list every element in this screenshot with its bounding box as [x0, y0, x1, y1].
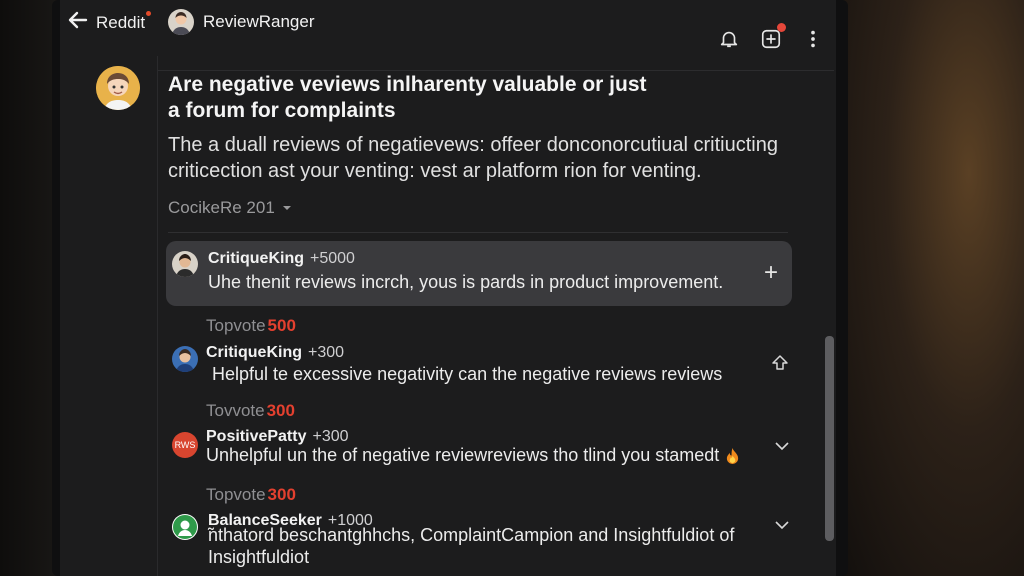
topvote-number: 500 [267, 316, 296, 335]
plus-icon[interactable]: + [764, 259, 778, 287]
more-options-icon [811, 30, 815, 48]
comment-score: +300 [312, 428, 349, 445]
notifications-button[interactable] [718, 28, 740, 50]
post-title: Are negative veviews inlharenty valuable… [168, 72, 808, 124]
sort-dropdown[interactable]: CocikeRe 201 [168, 198, 293, 218]
comment-text-line: ̃nthatord beschantghhchs, ComplaintCampi… [208, 525, 735, 545]
chevron-down-icon [282, 206, 291, 210]
user-chip[interactable]: ReviewRanger [168, 9, 315, 35]
sort-label: CocikeRe 201 [168, 198, 275, 217]
op-avatar[interactable] [96, 66, 140, 110]
comment-text-row: Unhelpful un the of negative reviewrevie… [206, 445, 740, 466]
avatar[interactable]: RWS [172, 432, 198, 458]
post-body: The a duall reviews of negatievews: offe… [168, 132, 818, 184]
post-title-line: Are negative veviews inlharenty valuable… [168, 73, 647, 96]
topvote-number: 300 [267, 485, 296, 504]
chevron-down-icon[interactable] [772, 515, 792, 535]
comment-author[interactable]: CritiqueKing +5000 [208, 250, 355, 268]
notification-badge [777, 23, 786, 32]
comment-author[interactable]: CritiqueKing +300 [206, 344, 344, 362]
post-body-line: The a duall reviews of negatievews: offe… [168, 134, 778, 156]
bell-icon [720, 31, 738, 48]
top-actions [718, 23, 824, 50]
comment-score: +300 [308, 344, 345, 361]
comment-text: Helpful te excessive negativity can the … [212, 364, 723, 384]
thread-line [157, 56, 158, 576]
comment-score: +5000 [310, 250, 355, 267]
create-post-button[interactable] [760, 23, 786, 50]
divider [168, 232, 788, 233]
divider [158, 70, 834, 71]
fire-icon [727, 448, 739, 464]
avatar [172, 251, 198, 277]
topvote-label: Tovvote 300 [206, 401, 295, 420]
avatar-initials: RWS [174, 440, 196, 450]
scrollbar[interactable] [825, 336, 834, 541]
comment-text: ̃nthatord beschantghhchs, ComplaintCampi… [208, 524, 734, 568]
post-title-line: a forum for complaints [168, 99, 396, 122]
back-label: Reddit [96, 10, 152, 33]
comment-text: Unhelpful un the of negative reviewrevie… [206, 445, 720, 465]
avatar[interactable] [172, 346, 198, 372]
more-options-button[interactable] [802, 28, 824, 50]
app-screen: Reddit ReviewRanger Are negative veviews… [60, 0, 836, 576]
upvote-icon[interactable] [770, 353, 790, 373]
comment-text: Uhe thenit reviews incrch, yous is pards… [208, 272, 724, 292]
back-arrow-icon [66, 8, 90, 37]
topvote-number: 300 [266, 401, 295, 420]
avatar[interactable] [172, 514, 198, 540]
comment-author[interactable]: PositivePatty +300 [206, 428, 349, 446]
topvote-label: Topvote 500 [206, 316, 296, 335]
username: ReviewRanger [203, 12, 315, 31]
back-button[interactable]: Reddit [66, 8, 152, 37]
highlighted-comment[interactable]: CritiqueKing +5000 Uhe thenit reviews inc… [166, 241, 792, 306]
chevron-down-icon[interactable] [772, 436, 792, 456]
avatar [168, 9, 194, 35]
top-bar: Reddit ReviewRanger [60, 0, 836, 49]
comment-text-line: Insightfuldiot [208, 547, 310, 567]
background-right [840, 0, 1024, 576]
topvote-label: Topvote 300 [206, 485, 296, 504]
post-body-line: criticection ast your venting: vest ar p… [168, 160, 702, 182]
